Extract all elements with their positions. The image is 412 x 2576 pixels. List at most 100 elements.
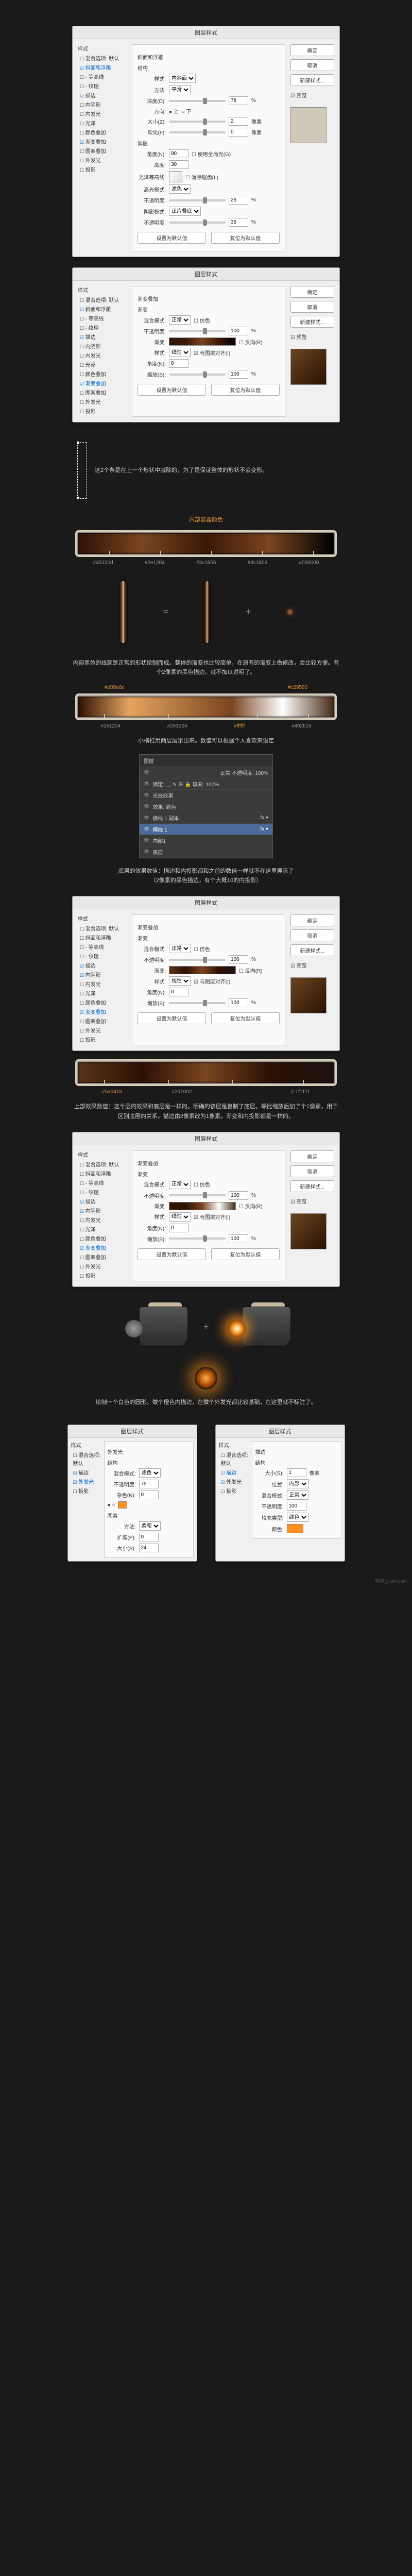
style-drop-shadow[interactable]: 投影 (71, 1487, 101, 1497)
make-default-button[interactable]: 设置为默认值 (138, 232, 206, 244)
st-mode-select[interactable]: 正常 (287, 1490, 308, 1500)
op-slider[interactable] (169, 959, 226, 961)
style-blend[interactable]: 混合选项: 默认 (71, 1451, 101, 1469)
style-bevel[interactable]: 斜面和浮雕 (78, 1170, 127, 1179)
mode-select[interactable]: 正常 (169, 944, 191, 953)
st-size-input[interactable] (287, 1468, 306, 1477)
layer-item[interactable]: 横线 1fx ▾ (140, 824, 272, 835)
scale-slider[interactable] (169, 1238, 226, 1240)
anti-alias[interactable]: ☐ 消除锯齿(L) (185, 173, 218, 181)
method-select[interactable]: 平滑 (169, 85, 191, 94)
og-color-swatch[interactable] (118, 1501, 127, 1509)
st-op-input[interactable] (287, 1502, 306, 1511)
style-satin[interactable]: 光泽 (78, 361, 127, 370)
style-gradient-overlay[interactable]: 渐变叠加 (78, 1008, 127, 1018)
dir-up[interactable]: ● 上 (169, 107, 179, 115)
og-op-input[interactable] (139, 1480, 159, 1488)
style-contour[interactable]: - 等高线 (78, 943, 127, 953)
sh-mode-select[interactable]: 正片叠底 (169, 207, 201, 216)
cancel-button[interactable]: 取消 (290, 1165, 334, 1177)
scale-input[interactable] (229, 370, 248, 379)
og-mode-select[interactable]: 滤色 (139, 1468, 161, 1478)
preview-check[interactable]: ☑ 预览 (290, 1197, 334, 1205)
reset-default-button[interactable]: 复位为默认值 (211, 1012, 280, 1024)
style-inner-shadow[interactable]: 内阴影 (78, 343, 127, 352)
op-slider[interactable] (169, 330, 226, 332)
style-contour[interactable]: - 等高线 (78, 315, 127, 324)
style-drop-shadow[interactable]: 投影 (78, 1272, 127, 1281)
style-inner-shadow[interactable]: 内阴影 (78, 1207, 127, 1216)
new-style-button[interactable]: 新建样式... (290, 316, 334, 328)
op-slider[interactable] (169, 1194, 226, 1196)
style-color-overlay[interactable]: 颜色叠加 (78, 129, 127, 138)
style-satin[interactable]: 光泽 (78, 990, 127, 999)
style-blend[interactable]: 混合选项: 默认 (78, 296, 127, 306)
style-inner-shadow[interactable]: 内阴影 (78, 971, 127, 980)
gradient-swatch[interactable] (169, 966, 236, 974)
style-outer-glow[interactable]: 外发光 (78, 157, 127, 166)
align-check[interactable]: ☑ 与图层对齐(I) (194, 349, 230, 357)
fx-icon[interactable]: fx ▾ (260, 815, 268, 821)
new-style-button[interactable]: 新建样式... (290, 1180, 334, 1192)
style-bevel[interactable]: 斜面和浮雕 (78, 64, 127, 73)
style-drop-shadow[interactable]: 投影 (78, 408, 127, 417)
new-style-button[interactable]: 新建样式... (290, 944, 334, 956)
style-select[interactable]: 内斜面 (169, 74, 196, 83)
reset-default-button[interactable]: 复位为默认值 (211, 384, 280, 396)
style-outer-glow[interactable]: 外发光 (71, 1478, 101, 1487)
gstyle-select[interactable]: 线性 (169, 976, 191, 986)
style-texture[interactable]: - 纹理 (78, 82, 127, 92)
ok-button[interactable]: 确定 (290, 286, 334, 298)
cancel-button[interactable]: 取消 (290, 59, 334, 71)
hi-op-input[interactable] (229, 196, 248, 205)
style-outer-glow[interactable]: 外发光 (78, 1263, 127, 1272)
scale-input[interactable] (229, 998, 248, 1007)
layers-blend-row[interactable]: 正常 不透明度: 100% (140, 767, 272, 778)
layer-item[interactable]: 内部1 (140, 835, 272, 846)
style-stroke[interactable]: 描边 (219, 1469, 249, 1478)
dither-check[interactable]: ☐ 仿色 (194, 945, 210, 953)
st-pos-select[interactable]: 内部 (287, 1479, 308, 1488)
style-satin[interactable]: 光泽 (78, 1226, 127, 1235)
soft-slider[interactable] (169, 131, 226, 133)
style-texture[interactable]: - 纹理 (78, 324, 127, 333)
reset-default-button[interactable]: 复位为默认值 (211, 1248, 280, 1260)
style-gradient-overlay[interactable]: 渐变叠加 (78, 1244, 127, 1253)
style-stroke[interactable]: 描边 (78, 1198, 127, 1207)
dither-check[interactable]: ☐ 仿色 (194, 1180, 210, 1188)
layer-item[interactable]: 底层 (140, 846, 272, 858)
style-outer-glow[interactable]: 外发光 (78, 1027, 127, 1036)
preview-check[interactable]: ☑ 预览 (290, 333, 334, 341)
scale-slider[interactable] (169, 1002, 226, 1004)
reverse-check[interactable]: ☐ 反向(R) (239, 967, 263, 974)
style-blend[interactable]: 混合选项: 默认 (78, 925, 127, 934)
layer-item[interactable]: 效果: 颜色 (140, 801, 272, 812)
style-contour[interactable]: - 等高线 (78, 73, 127, 82)
fx-icon[interactable]: fx ▾ (260, 826, 268, 832)
style-pattern-overlay[interactable]: 图案叠加 (78, 1018, 127, 1027)
style-bevel[interactable]: 斜面和浮雕 (78, 306, 127, 315)
og-spread-input[interactable] (139, 1533, 159, 1541)
reset-default-button[interactable]: 复位为默认值 (211, 232, 280, 244)
align-check[interactable]: ☑ 与图层对齐(I) (194, 1213, 230, 1221)
style-contour[interactable]: - 等高线 (78, 1179, 127, 1189)
style-color-overlay[interactable]: 颜色叠加 (78, 370, 127, 380)
style-gradient-overlay[interactable]: 渐变叠加 (78, 380, 127, 389)
ok-button[interactable]: 确定 (290, 914, 334, 926)
sh-op-slider[interactable] (169, 222, 226, 224)
style-inner-glow[interactable]: 内发光 (78, 1216, 127, 1226)
style-stroke[interactable]: 描边 (78, 962, 127, 971)
new-style-button[interactable]: 新建样式... (290, 74, 334, 86)
angle-input[interactable] (169, 149, 188, 158)
style-blend[interactable]: 混合选项: 默认 (219, 1451, 249, 1469)
op-input[interactable] (229, 1191, 248, 1200)
style-color-overlay[interactable]: 颜色叠加 (78, 1235, 127, 1244)
style-inner-shadow[interactable]: 内阴影 (78, 101, 127, 110)
alt-input[interactable] (169, 160, 188, 169)
ok-button[interactable]: 确定 (290, 1150, 334, 1162)
hi-mode-select[interactable]: 滤色 (169, 184, 191, 194)
style-stroke[interactable]: 描边 (78, 333, 127, 343)
dir-down[interactable]: ○ 下 (182, 107, 192, 115)
style-satin[interactable]: 光泽 (78, 120, 127, 129)
style-drop-shadow[interactable]: 投影 (78, 1036, 127, 1045)
